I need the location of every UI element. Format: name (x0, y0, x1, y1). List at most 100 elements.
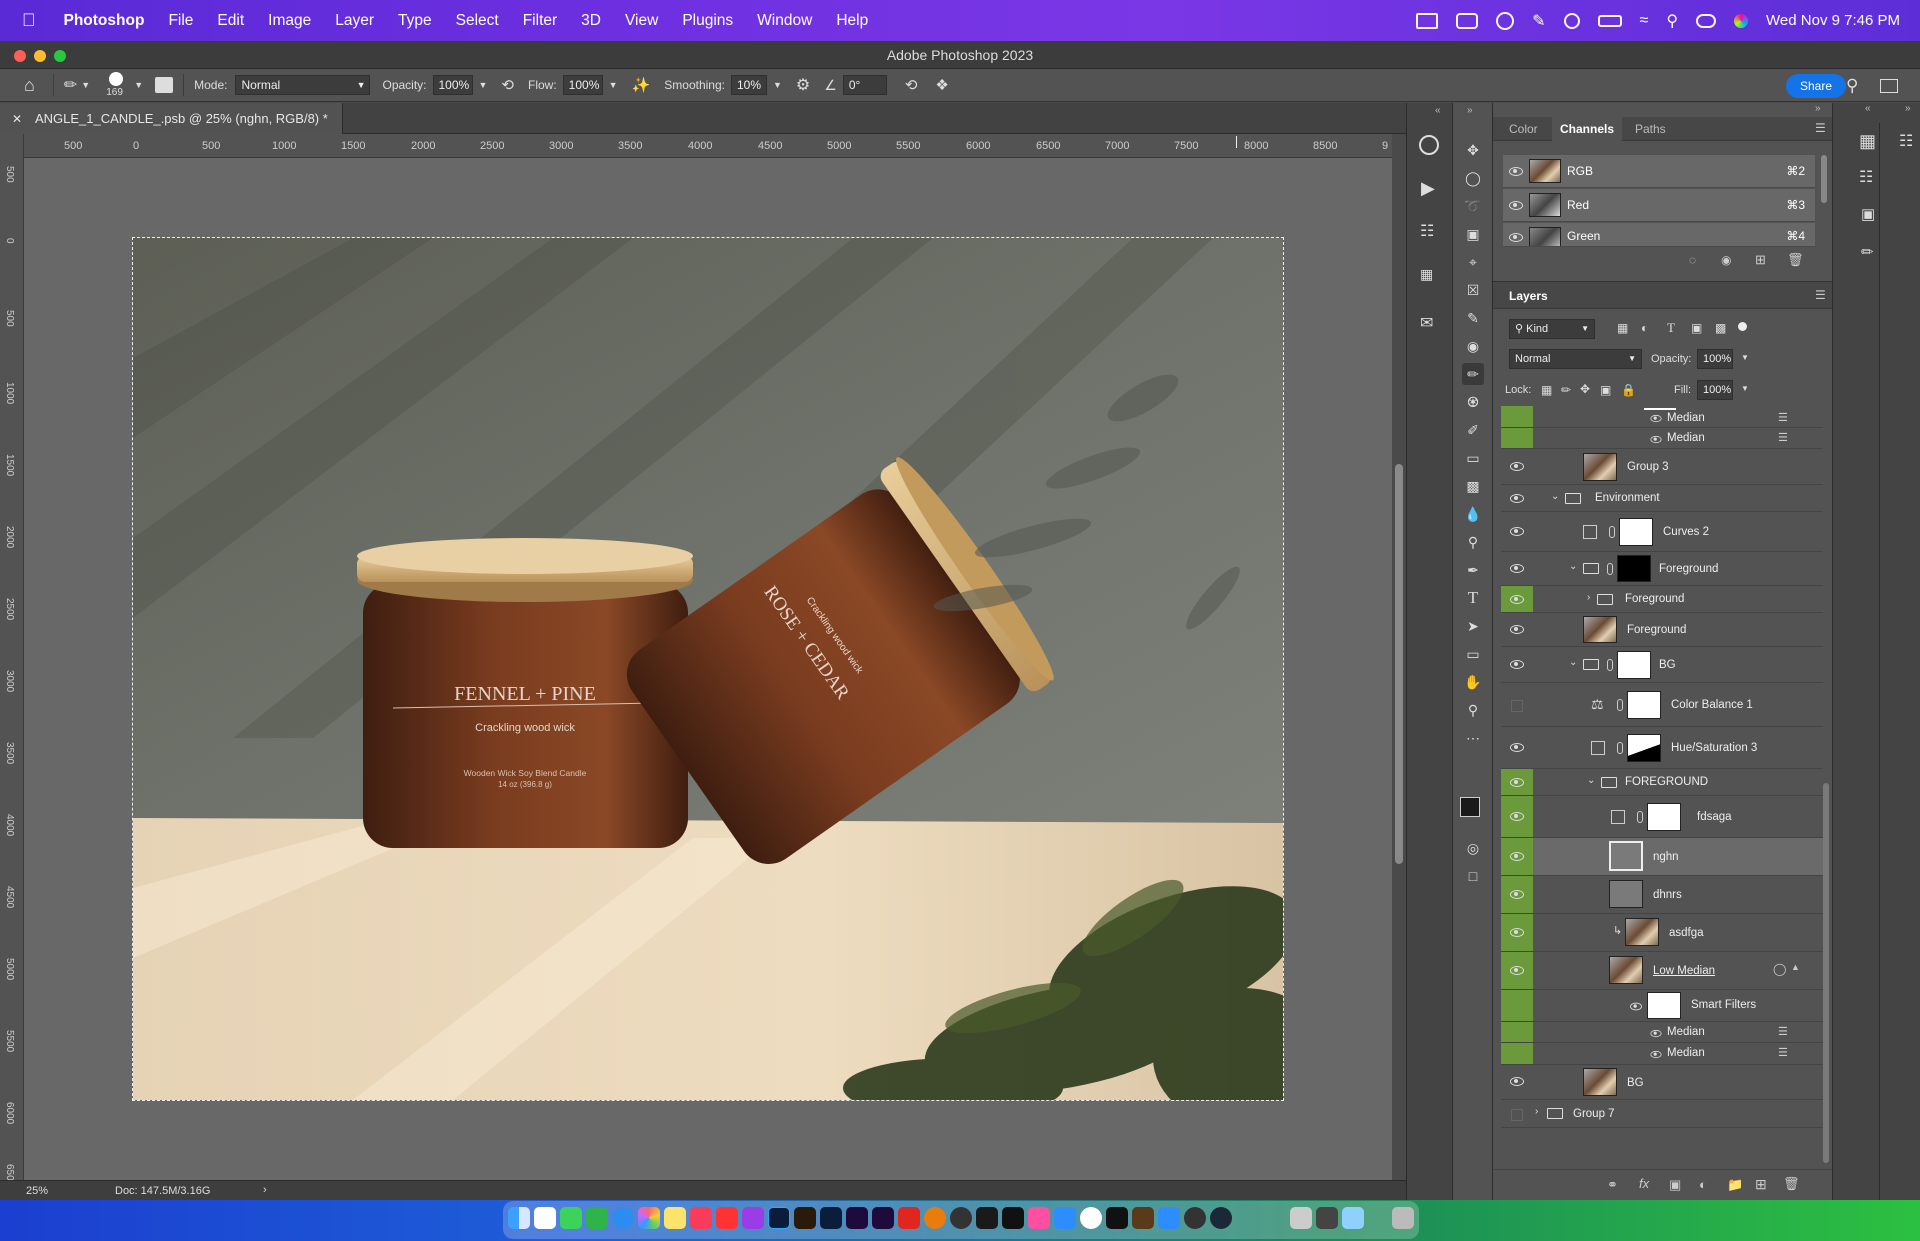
layer-row[interactable]: Median ☰ (1501, 428, 1823, 449)
search-icon[interactable]: ⚲ (1666, 11, 1678, 31)
finder-icon[interactable] (508, 1207, 530, 1229)
visibility-eye-icon[interactable] (1510, 595, 1524, 604)
filter-options-icon[interactable]: ☰ (1778, 1025, 1788, 1038)
layer-row[interactable]: dhnrs (1501, 876, 1823, 914)
channel-row-rgb[interactable]: RGB ⌘2 (1503, 155, 1815, 188)
layer-row[interactable]: ↳ asdfga (1501, 914, 1823, 952)
link-icon[interactable] (1617, 742, 1623, 754)
pen-tool-icon[interactable]: ✒ (1462, 559, 1484, 581)
visibility-eye-icon[interactable] (1510, 812, 1524, 821)
chevron-up-icon[interactable]: ▲ (1791, 962, 1800, 972)
hand-tool-icon[interactable]: ✋ (1462, 671, 1484, 693)
angle-input[interactable]: 0° (842, 75, 887, 95)
blender-icon[interactable] (924, 1207, 946, 1229)
foreground-color-swatch[interactable] (1460, 797, 1480, 817)
flow-input[interactable]: 100% (562, 75, 603, 95)
chevron-right-icon[interactable]: › (1535, 1106, 1538, 1117)
visibility-eye-icon[interactable] (1510, 494, 1524, 503)
vertical-scrollbar[interactable] (1392, 134, 1406, 1180)
layer-row[interactable]: Median ☰ (1501, 406, 1823, 428)
premiere-icon[interactable] (846, 1207, 868, 1229)
link-icon[interactable] (1617, 699, 1623, 711)
layer-row[interactable]: BG (1501, 1065, 1823, 1100)
menu-select[interactable]: Select (456, 12, 499, 30)
type-tool-icon[interactable]: T (1462, 587, 1484, 609)
visibility-eye-icon[interactable] (1510, 564, 1524, 573)
visibility-eye-icon[interactable] (1510, 890, 1524, 899)
layer-row[interactable]: › Foreground (1501, 586, 1823, 613)
smoothing-input[interactable]: 10% (730, 75, 767, 95)
eyedropper-tool-icon[interactable]: ✎ (1462, 307, 1484, 329)
channel-row-green[interactable]: Green ⌘4 (1503, 223, 1815, 247)
frame-tool-icon[interactable]: ☒ (1462, 279, 1484, 301)
libraries-icon[interactable]: ▦ (1420, 266, 1433, 283)
delete-channel-icon[interactable]: 🗑 (1787, 252, 1804, 268)
layer-row[interactable]: › Group 7 (1501, 1100, 1823, 1128)
calendar-icon[interactable] (534, 1207, 556, 1229)
layers-panel-title[interactable]: Layers (1509, 289, 1548, 303)
chevron-down-icon[interactable]: ▼ (1741, 353, 1749, 362)
chevron-down-icon[interactable]: ▼ (773, 80, 782, 90)
lock-pixels-icon[interactable]: ✏ (1561, 383, 1571, 397)
layer-opacity-input[interactable]: 100% (1697, 349, 1733, 369)
blend-mode-select[interactable]: Normal ▼ (1509, 349, 1642, 369)
filter-pixel-icon[interactable]: ▦ (1617, 321, 1628, 335)
link-layers-icon[interactable]: ⚭ (1607, 1177, 1618, 1193)
new-group-icon[interactable]: 📁 (1727, 1177, 1743, 1193)
battery-icon[interactable] (1597, 14, 1622, 27)
layers-scroll-thumb[interactable] (1823, 783, 1829, 1163)
zoom-tool-icon[interactable]: ⚲ (1462, 699, 1484, 721)
link-icon[interactable] (1609, 526, 1615, 538)
visibility-eye-icon[interactable] (1510, 527, 1524, 536)
filter-options-icon[interactable]: ☰ (1778, 431, 1788, 444)
pressure-size-icon[interactable]: ⟲ (905, 76, 918, 94)
lock-position-icon[interactable]: ✥ (1580, 382, 1590, 396)
airbrush-icon[interactable]: ✨ (632, 76, 651, 94)
visibility-eye-icon[interactable] (1510, 928, 1524, 937)
tab-color[interactable]: Color (1509, 117, 1538, 141)
search-icon[interactable]: ⚲ (1846, 76, 1858, 96)
visibility-eye-icon[interactable] (1650, 435, 1662, 444)
app-menu[interactable]: Photoshop (64, 12, 145, 30)
status-app-icon[interactable] (1416, 12, 1439, 29)
pt-icon[interactable] (976, 1207, 998, 1229)
link-icon[interactable] (1637, 811, 1643, 823)
close-window-button[interactable] (14, 50, 26, 62)
filter-type-icon[interactable]: T (1667, 320, 1675, 336)
chevron-down-icon[interactable]: ⌄ (1551, 491, 1559, 502)
fx-icon[interactable]: fx (1639, 1176, 1649, 1191)
davinci-icon[interactable] (1184, 1207, 1206, 1229)
layer-row[interactable]: Curves 2 (1501, 512, 1823, 552)
play-icon[interactable]: ▶ (1421, 178, 1435, 199)
podcasts-icon[interactable] (742, 1207, 764, 1229)
menu-layer[interactable]: Layer (335, 12, 374, 30)
visibility-eye-icon[interactable] (1510, 1077, 1524, 1086)
workspace-icon[interactable] (1880, 79, 1898, 93)
new-adjustment-icon[interactable]: ◐ (1699, 1177, 1707, 1192)
properties-icon[interactable]: ☷ (1859, 167, 1873, 187)
filter-toggle-icon[interactable] (1738, 322, 1747, 331)
music-icon[interactable] (690, 1207, 712, 1229)
acrobat-icon[interactable] (898, 1207, 920, 1229)
zoom-window-button[interactable] (54, 50, 66, 62)
layer-row[interactable]: ⌄ BG (1501, 647, 1823, 683)
lasso-tool-icon[interactable]: ➰ (1462, 195, 1484, 217)
save-selection-icon[interactable]: ◉ (1721, 253, 1731, 267)
brush-settings-icon[interactable] (155, 77, 174, 93)
layer-row[interactable]: ⌄ FOREGROUND (1501, 769, 1823, 796)
visibility-eye-icon[interactable] (1510, 966, 1524, 975)
collapse-icon[interactable]: » (1815, 103, 1821, 114)
wifi-icon[interactable]: ≈ (1640, 12, 1649, 30)
bridge-icon[interactable] (794, 1207, 816, 1229)
visibility-eye-icon[interactable] (1509, 167, 1523, 176)
brush-settings-icon[interactable]: ✏ (1861, 243, 1874, 261)
pressure-opacity-icon[interactable]: ⟲ (501, 76, 514, 94)
layer-row[interactable]: Median ☰ (1501, 1043, 1823, 1065)
zoom-app-2-icon[interactable] (1158, 1207, 1180, 1229)
panel-menu-icon[interactable]: ☰ (1815, 121, 1826, 135)
history-brush-tool-icon[interactable]: ✐ (1462, 419, 1484, 441)
menu-3d[interactable]: 3D (581, 12, 601, 30)
blur-tool-icon[interactable]: 💧 (1462, 503, 1484, 525)
visibility-eye-icon[interactable] (1630, 1002, 1642, 1011)
layer-row[interactable]: Median ☰ (1501, 1022, 1823, 1043)
